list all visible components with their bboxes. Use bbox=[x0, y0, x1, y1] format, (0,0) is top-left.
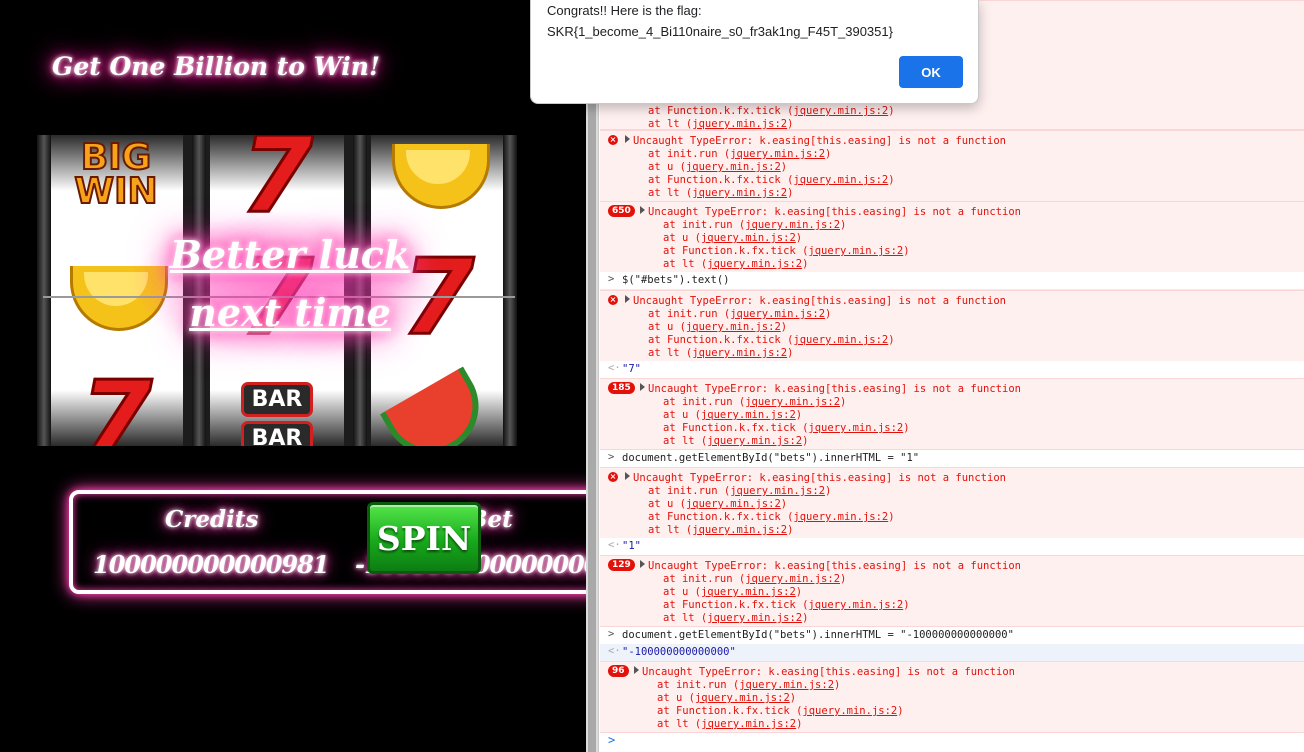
result-message: Better luck next time bbox=[169, 232, 411, 335]
console-error-entry[interactable]: × Uncaught TypeError: k.easing[this.easi… bbox=[600, 290, 1304, 362]
expand-triangle-icon[interactable] bbox=[625, 135, 630, 143]
console-command: > document.getElementById("bets").innerH… bbox=[600, 627, 1304, 645]
devtools-console-panel: at Function.k.fx.tick (jquery.min.js:2) … bbox=[586, 0, 1304, 752]
alert-dialog: Congrats!! Here is the flag: SKR{1_becom… bbox=[530, 0, 979, 104]
credits-value: 100000000000981 bbox=[93, 550, 329, 579]
result-arrow-icon: <· bbox=[608, 539, 621, 551]
console-error-entry[interactable]: × Uncaught TypeError: k.easing[this.easi… bbox=[600, 467, 1304, 539]
repeat-count-badge: 650 bbox=[608, 205, 635, 217]
prompt-chevron-icon: > bbox=[608, 628, 615, 640]
error-icon: × bbox=[608, 472, 618, 482]
console-input-prompt[interactable]: > bbox=[608, 733, 615, 747]
result-arrow-icon: <· bbox=[608, 645, 621, 657]
console-command: > document.getElementById("bets").innerH… bbox=[600, 450, 1304, 468]
console-error-entry[interactable]: 129 Uncaught TypeError: k.easing[this.ea… bbox=[600, 555, 1304, 627]
prompt-chevron-icon: > bbox=[608, 273, 615, 285]
console-error-entry[interactable]: × Uncaught TypeError: k.easing[this.easi… bbox=[600, 130, 1304, 202]
result-arrow-icon: <· bbox=[608, 362, 621, 374]
alert-title: Congrats!! Here is the flag: bbox=[547, 3, 702, 18]
expand-triangle-icon[interactable] bbox=[634, 666, 639, 674]
watermelon-symbol bbox=[371, 366, 505, 446]
console-error-entry[interactable]: 96 Uncaught TypeError: k.easing[this.eas… bbox=[600, 661, 1304, 733]
repeat-count-badge: 96 bbox=[608, 665, 629, 677]
error-icon: × bbox=[608, 135, 618, 145]
credits-bet-panel: Credits 100000000000981 Bet -10000000000… bbox=[69, 490, 586, 594]
console-result: <· "7" bbox=[600, 361, 1304, 379]
prompt-chevron-icon: > bbox=[608, 451, 615, 463]
reel-divider bbox=[503, 135, 517, 446]
spin-button[interactable]: SPIN bbox=[367, 502, 481, 574]
slot-game: Get One Billion to Win! BIGWIN 7 7 7 BAR… bbox=[0, 0, 586, 752]
console-error-entry[interactable]: 650 Uncaught TypeError: k.easing[this.ea… bbox=[600, 201, 1304, 273]
console-error-entry[interactable]: 185 Uncaught TypeError: k.easing[this.ea… bbox=[600, 378, 1304, 450]
console-log: at Function.k.fx.tick (jquery.min.js:2) … bbox=[600, 0, 1304, 752]
repeat-count-badge: 129 bbox=[608, 559, 635, 571]
console-command: > $("#bets").text() bbox=[600, 272, 1304, 290]
alert-flag-text: SKR{1_become_4_Bi110naire_s0_fr3ak1ng_F4… bbox=[547, 24, 893, 39]
scrollbar[interactable] bbox=[586, 0, 599, 752]
expand-triangle-icon[interactable] bbox=[625, 295, 630, 303]
credits-label: Credits bbox=[165, 506, 259, 533]
bar-bar-symbol: BAR BAR bbox=[210, 367, 344, 446]
expand-triangle-icon[interactable] bbox=[625, 472, 630, 480]
expand-triangle-icon[interactable] bbox=[640, 383, 645, 391]
repeat-count-badge: 185 bbox=[608, 382, 635, 394]
ok-button[interactable]: OK bbox=[899, 56, 963, 88]
error-icon: × bbox=[608, 295, 618, 305]
seven-symbol: 7 bbox=[78, 358, 153, 447]
expand-triangle-icon[interactable] bbox=[640, 206, 645, 214]
game-title: Get One Billion to Win! bbox=[52, 52, 380, 81]
console-result: <· "-100000000000000" bbox=[600, 644, 1304, 662]
expand-triangle-icon[interactable] bbox=[640, 560, 645, 568]
console-result: <· "1" bbox=[600, 538, 1304, 556]
reel-divider bbox=[37, 135, 51, 446]
